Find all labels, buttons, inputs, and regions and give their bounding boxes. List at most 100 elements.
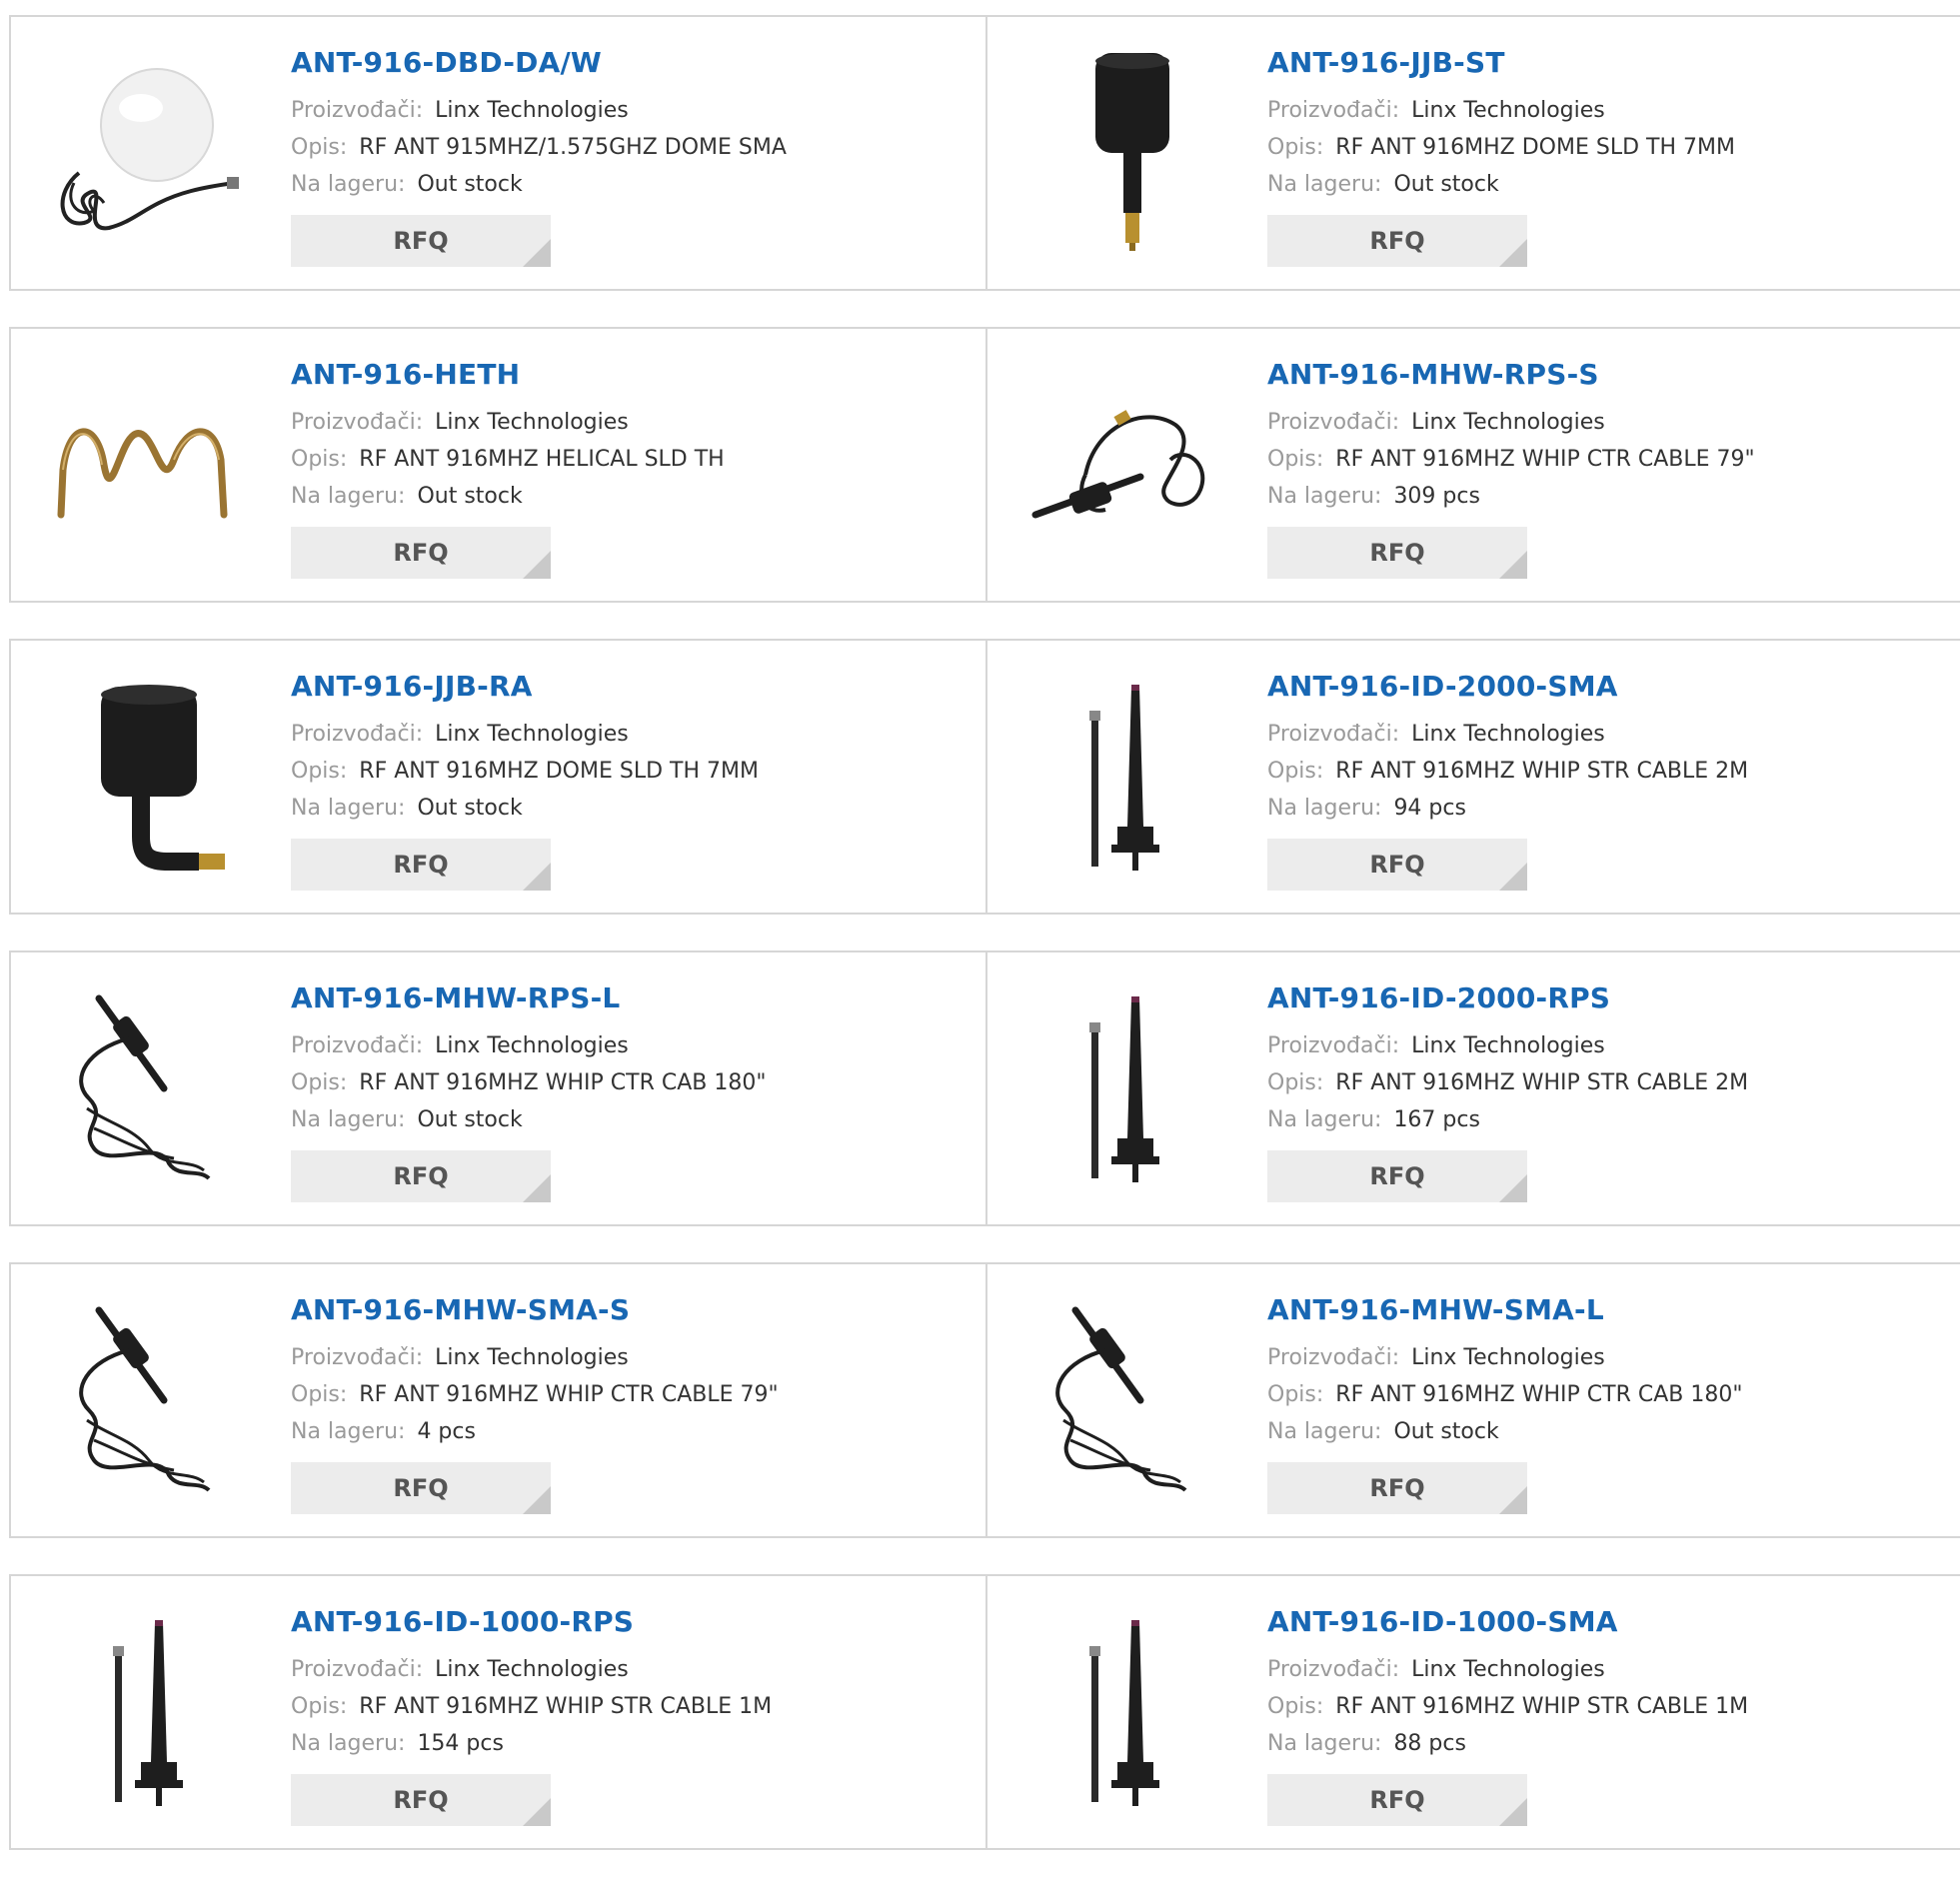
rfq-button[interactable]: RFQ [1267,1774,1527,1826]
product-image-whip-coil-antenna[interactable] [49,1300,249,1500]
stock-row: Na lageru: Out stock [291,1101,766,1138]
product-title-link[interactable]: ANT-916-MHW-RPS-S [1267,357,1755,393]
product-image-whip-cable-antenna[interactable] [1025,365,1225,565]
product-image-dome-antenna-right-angle[interactable] [49,677,249,877]
product-image-whip-coil-antenna[interactable] [49,988,249,1188]
rfq-button[interactable]: RFQ [1267,215,1527,267]
stock-row: Na lageru: Out stock [291,790,759,827]
rfq-button[interactable]: RFQ [291,215,551,267]
rfq-label: RFQ [1369,1786,1425,1814]
description-label: Opis: [1267,135,1324,160]
product-image-whip-mount-antenna[interactable] [1025,988,1225,1188]
rfq-label: RFQ [393,1474,449,1502]
product-image-whip-coil-antenna[interactable] [1025,1300,1225,1500]
product-image-dome-antenna-straight[interactable] [1025,53,1225,253]
rfq-button[interactable]: RFQ [291,839,551,891]
description-label: Opis: [1267,1070,1324,1095]
rfq-button[interactable]: RFQ [1267,527,1527,579]
product-info: ANT-916-MHW-RPS-S Proizvođači: Linx Techn… [1267,357,1755,579]
product-row: ANT-916-MHW-RPS-L Proizvođači: Linx Techn… [9,950,1960,1226]
rfq-button[interactable]: RFQ [1267,1462,1527,1514]
product-info: ANT-916-ID-1000-RPS Proizvođači: Linx Tec… [291,1604,772,1826]
product-title-link[interactable]: ANT-916-JJB-ST [1267,45,1735,81]
product-title-link[interactable]: ANT-916-ID-2000-SMA [1267,669,1748,705]
product-title-link[interactable]: ANT-916-JJB-RA [291,669,759,705]
manufacturer-label: Proizvođači: [291,410,424,435]
stock-value: Out stock [417,172,523,197]
manufacturer-label: Proizvođači: [1267,98,1400,123]
manufacturer-row: Proizvođači: Linx Technologies [291,1651,772,1688]
rfq-button[interactable]: RFQ [1267,1150,1527,1202]
stock-label: Na lageru: [291,1419,406,1444]
stock-row: Na lageru: 309 pcs [1267,478,1755,515]
description-row: Opis: RF ANT 916MHZ WHIP STR CABLE 1M [291,1688,772,1725]
rfq-button[interactable]: RFQ [291,1774,551,1826]
product-card: ANT-916-ID-2000-RPS Proizvođači: Linx Tec… [987,952,1960,1224]
corner-triangle-icon [523,1174,551,1202]
product-title-link[interactable]: ANT-916-DBD-DA/W [291,45,787,81]
stock-label: Na lageru: [1267,1731,1382,1756]
stock-label: Na lageru: [1267,796,1382,821]
manufacturer-label: Proizvođači: [1267,722,1400,747]
product-card: ANT-916-MHW-SMA-L Proizvođači: Linx Techn… [987,1264,1960,1536]
product-title-link[interactable]: ANT-916-MHW-RPS-L [291,980,766,1016]
manufacturer-label: Proizvođači: [291,98,424,123]
description-value: RF ANT 915MHZ/1.575GHZ DOME SMA [359,135,787,160]
product-title-link[interactable]: ANT-916-HETH [291,357,725,393]
product-image-whip-mount-antenna[interactable] [49,1612,249,1812]
description-label: Opis: [1267,1382,1324,1407]
stock-value: 4 pcs [417,1419,476,1444]
rfq-button[interactable]: RFQ [291,527,551,579]
rfq-button[interactable]: RFQ [291,1150,551,1202]
stock-row: Na lageru: 94 pcs [1267,790,1748,827]
rfq-button[interactable]: RFQ [1267,839,1527,891]
product-card: ANT-916-ID-1000-SMA Proizvođači: Linx Tec… [987,1576,1960,1848]
product-card: ANT-916-MHW-RPS-S Proizvođači: Linx Techn… [987,329,1960,601]
product-info: ANT-916-ID-1000-SMA Proizvođači: Linx Tec… [1267,1604,1748,1826]
product-title-link[interactable]: ANT-916-ID-2000-RPS [1267,980,1748,1016]
manufacturer-value: Linx Technologies [435,410,629,435]
stock-value: Out stock [417,796,523,821]
product-image-whip-mount-antenna[interactable] [1025,1612,1225,1812]
stock-value: 88 pcs [1393,1731,1466,1756]
description-row: Opis: RF ANT 916MHZ WHIP STR CABLE 1M [1267,1688,1748,1725]
manufacturer-label: Proizvođači: [291,1345,424,1370]
rfq-label: RFQ [1369,1474,1425,1502]
product-title-link[interactable]: ANT-916-MHW-SMA-S [291,1292,779,1328]
product-image-whip-mount-antenna[interactable] [1025,677,1225,877]
manufacturer-value: Linx Technologies [435,722,629,747]
manufacturer-row: Proizvođači: Linx Technologies [291,92,787,129]
product-title-link[interactable]: ANT-916-ID-1000-SMA [1267,1604,1748,1640]
product-row: ANT-916-DBD-DA/W Proizvođači: Linx Techno… [9,15,1960,291]
product-image-helical-antenna[interactable] [49,365,249,565]
description-label: Opis: [291,759,348,784]
description-label: Opis: [1267,1694,1324,1719]
manufacturer-value: Linx Technologies [1411,98,1605,123]
product-title-link[interactable]: ANT-916-ID-1000-RPS [291,1604,772,1640]
rfq-label: RFQ [1369,851,1425,879]
product-row: ANT-916-HETH Proizvođači: Linx Technologi… [9,327,1960,603]
product-image-dome-antenna-white[interactable] [49,53,249,253]
description-value: RF ANT 916MHZ DOME SLD TH 7MM [1335,135,1735,160]
description-value: RF ANT 916MHZ DOME SLD TH 7MM [359,759,759,784]
stock-row: Na lageru: Out stock [1267,166,1735,203]
manufacturer-row: Proizvođači: Linx Technologies [1267,1651,1748,1688]
rfq-button[interactable]: RFQ [291,1462,551,1514]
product-info: ANT-916-MHW-RPS-L Proizvođači: Linx Techn… [291,980,766,1202]
stock-row: Na lageru: Out stock [1267,1413,1742,1450]
description-value: RF ANT 916MHZ WHIP STR CABLE 1M [1335,1694,1749,1719]
stock-value: Out stock [1393,1419,1499,1444]
description-row: Opis: RF ANT 916MHZ WHIP CTR CAB 180" [1267,1376,1742,1413]
product-card: ANT-916-MHW-SMA-S Proizvođači: Linx Techn… [11,1264,987,1536]
manufacturer-row: Proizvođači: Linx Technologies [291,404,725,441]
manufacturer-value: Linx Technologies [435,1345,629,1370]
product-info: ANT-916-DBD-DA/W Proizvođači: Linx Techno… [291,45,787,267]
manufacturer-row: Proizvođači: Linx Technologies [1267,404,1755,441]
description-row: Opis: RF ANT 915MHZ/1.575GHZ DOME SMA [291,129,787,166]
stock-row: Na lageru: 167 pcs [1267,1101,1748,1138]
stock-label: Na lageru: [291,172,406,197]
product-title-link[interactable]: ANT-916-MHW-SMA-L [1267,1292,1742,1328]
description-label: Opis: [1267,759,1324,784]
manufacturer-label: Proizvođači: [291,1033,424,1058]
product-info: ANT-916-JJB-RA Proizvođači: Linx Technolo… [291,669,759,891]
